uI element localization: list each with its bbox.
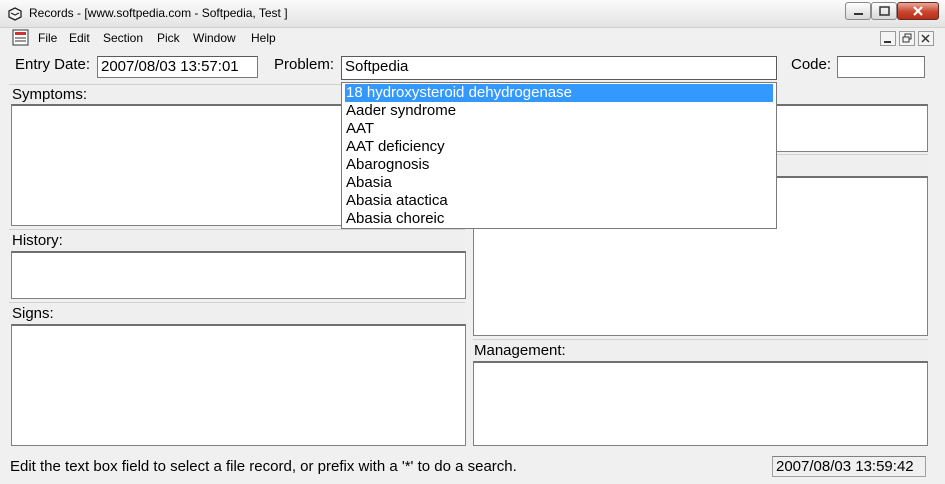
history-header	[9, 229, 465, 251]
dropdown-item[interactable]: AAT deficiency	[345, 138, 773, 156]
dropdown-item[interactable]: Abasia choreic	[345, 210, 773, 228]
history-textbox[interactable]	[11, 251, 466, 299]
menu-file[interactable]: File	[38, 31, 57, 45]
dropdown-item[interactable]: Abarognosis	[345, 156, 773, 174]
dropdown-item[interactable]: Abasia	[345, 174, 773, 192]
close-icon	[921, 34, 930, 43]
history-label: History:	[12, 232, 63, 249]
title-bar[interactable]: Records - [www.softpedia.com - Softpedia…	[0, 0, 945, 28]
dropdown-item[interactable]: Aader syndrome	[345, 102, 773, 120]
minimize-button[interactable]	[845, 2, 871, 20]
problem-dropdown-list[interactable]: 18 hydroxysteroid dehydrogenase Aader sy…	[341, 82, 777, 229]
entry-date-field[interactable]: 2007/08/03 13:57:01	[97, 56, 258, 78]
app-icon	[8, 7, 22, 21]
menu-section[interactable]: Section	[103, 31, 143, 45]
symptoms-label: Symptoms:	[12, 86, 88, 103]
restore-icon	[902, 33, 912, 43]
minimize-icon	[884, 41, 891, 43]
management-textbox[interactable]	[473, 361, 928, 446]
child-restore-button[interactable]	[899, 31, 915, 46]
child-minimize-button[interactable]	[880, 31, 896, 46]
minimize-icon	[854, 13, 863, 15]
status-bar: Edit the text box field to select a file…	[0, 454, 945, 484]
maximize-icon	[879, 6, 890, 16]
menu-edit[interactable]: Edit	[69, 31, 90, 45]
menu-bar: File Edit Section Pick Window Help	[0, 28, 945, 48]
entry-date-label: Entry Date:	[15, 56, 91, 73]
signs-textbox[interactable]	[11, 324, 466, 446]
management-label: Management:	[474, 342, 566, 359]
menu-help[interactable]: Help	[251, 31, 276, 45]
status-message: Edit the text box field to select a file…	[10, 458, 517, 475]
close-button[interactable]	[897, 2, 939, 20]
child-close-button[interactable]	[918, 31, 934, 46]
dropdown-item[interactable]: Abasia atactica	[345, 192, 773, 210]
code-field[interactable]	[837, 56, 925, 78]
dropdown-item[interactable]: AAT	[345, 120, 773, 138]
dropdown-item-selected[interactable]: 18 hydroxysteroid dehydrogenase	[345, 84, 773, 102]
status-timestamp: 2007/08/03 13:59:42	[772, 456, 926, 477]
problem-label: Problem:	[274, 56, 335, 73]
code-label: Code:	[791, 56, 832, 73]
signs-header	[9, 302, 465, 324]
signs-label: Signs:	[12, 305, 54, 322]
menu-window[interactable]: Window	[193, 31, 236, 45]
problem-field[interactable]: Softpedia	[341, 56, 777, 80]
menu-pick[interactable]: Pick	[157, 31, 180, 45]
close-icon	[913, 6, 923, 16]
document-icon[interactable]	[12, 29, 29, 46]
window-title: Records - [www.softpedia.com - Softpedia…	[29, 6, 288, 20]
maximize-button[interactable]	[871, 2, 897, 20]
